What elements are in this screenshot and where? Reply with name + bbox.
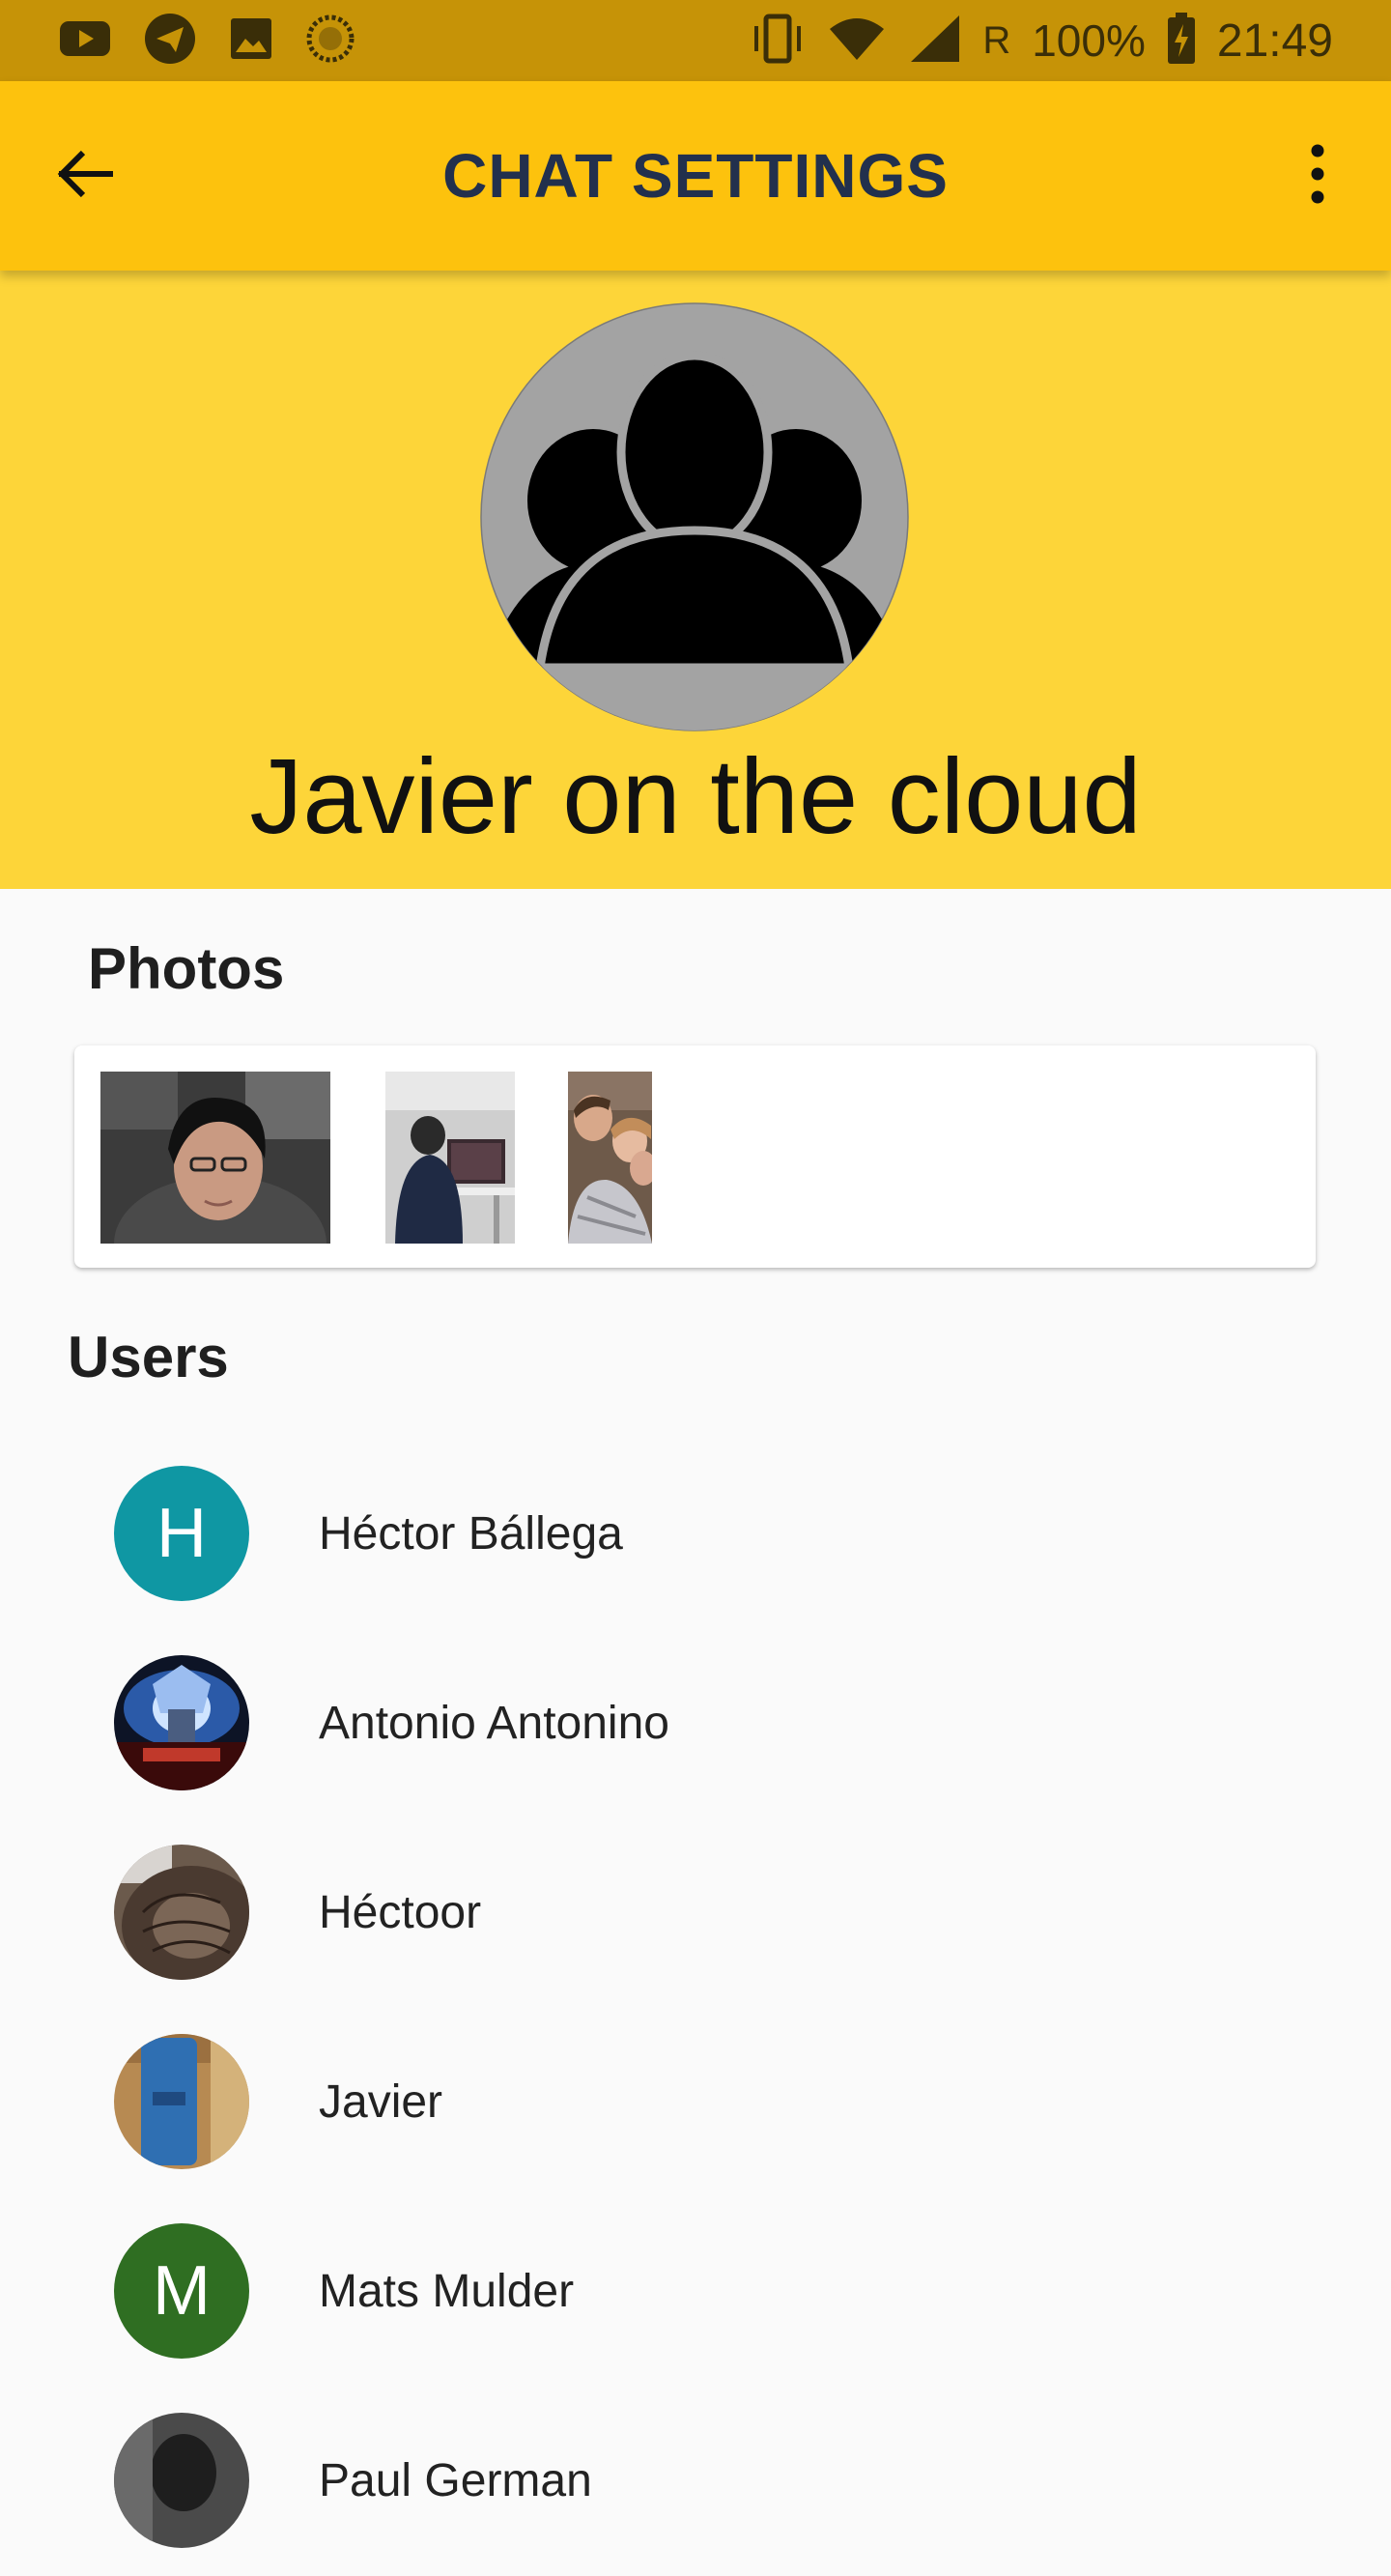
user-name: Héctor Bállega [319, 1508, 623, 1560]
avatar [114, 1655, 249, 1790]
telegram-icon [143, 12, 197, 71]
user-name: Mats Mulder [319, 2266, 575, 2317]
avatar [114, 2034, 249, 2169]
avatar [114, 1845, 249, 1980]
status-bar-notifications [58, 0, 386, 81]
group-name: Javier on the cloud [249, 737, 1142, 856]
sync-icon [305, 14, 355, 69]
photo-thumbnail[interactable] [100, 1072, 330, 1244]
wifi-icon [828, 15, 886, 67]
user-list-item[interactable]: M Mats Mulder [0, 2197, 1391, 2387]
user-name: Antonio Antonino [319, 1698, 669, 1749]
app-bar: CHAT SETTINGS [0, 81, 1391, 271]
avatar: H [114, 1466, 249, 1601]
user-list-item[interactable]: Javier [0, 2008, 1391, 2197]
user-list-item[interactable]: Paul German [0, 2387, 1391, 2576]
more-options-button[interactable] [1279, 137, 1356, 215]
avatar [114, 2413, 249, 2548]
photos-card [74, 1045, 1316, 1268]
arrow-back-icon [54, 143, 116, 210]
user-list-item[interactable]: H Héctor Bállega [0, 1440, 1391, 1629]
battery-charging-icon [1167, 12, 1196, 70]
network-type-label: R [982, 18, 1011, 62]
status-bar-system: R 100% 21:49 [727, 0, 1333, 81]
battery-percent: 100% [1032, 15, 1146, 66]
users-section-title: Users [68, 1325, 229, 1389]
avatar: M [114, 2223, 249, 2359]
gallery-icon [228, 15, 274, 67]
photo-thumbnail[interactable] [385, 1072, 515, 1244]
user-list-item[interactable]: Antonio Antonino [0, 1629, 1391, 1818]
vibrate-icon [749, 13, 807, 70]
avatar-letter: M [114, 2223, 249, 2359]
photo-thumbnail[interactable] [568, 1072, 652, 1244]
group-icon [480, 302, 909, 731]
group-header: Javier on the cloud [0, 271, 1391, 889]
avatar-letter: H [114, 1466, 249, 1601]
back-button[interactable] [46, 137, 124, 215]
page-title: CHAT SETTINGS [442, 141, 949, 211]
user-list-item[interactable]: Héctoor [0, 1818, 1391, 2008]
user-name: Paul German [319, 2455, 592, 2506]
signal-icon [907, 14, 961, 69]
clock: 21:49 [1216, 14, 1333, 67]
user-name: Javier [319, 2076, 443, 2128]
status-bar: R 100% 21:49 [0, 0, 1391, 81]
group-avatar[interactable] [480, 302, 909, 731]
youtube-icon [58, 17, 112, 65]
user-name: Héctoor [319, 1887, 482, 1938]
photos-section-title: Photos [88, 936, 285, 1001]
more-vert-icon [1306, 143, 1329, 210]
